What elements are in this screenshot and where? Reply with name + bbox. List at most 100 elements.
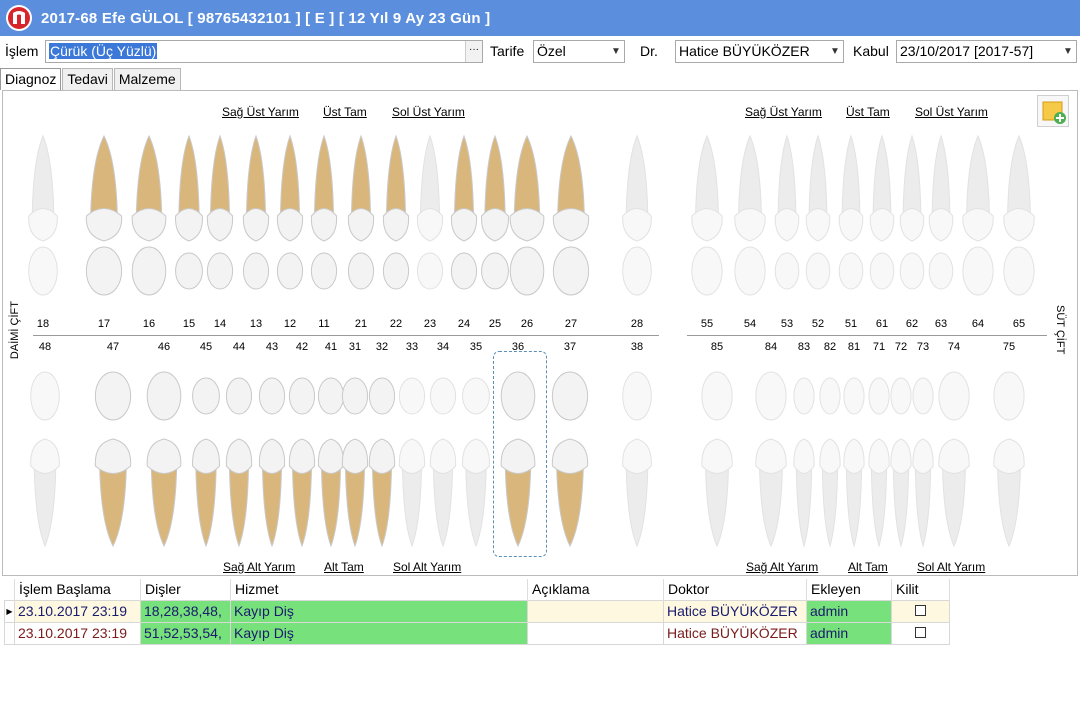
tooth-upper-permanent[interactable]	[415, 131, 445, 321]
lock-checkbox[interactable]	[915, 627, 926, 638]
cell-lock[interactable]	[891, 599, 950, 623]
tooth-lower-primary[interactable]	[842, 361, 866, 551]
tab-diagnoz[interactable]: Diagnoz	[0, 68, 62, 90]
cell-service[interactable]: Kayıp Diş	[230, 621, 528, 645]
tooth-upper-primary[interactable]	[804, 131, 832, 321]
tooth-lower-permanent[interactable]	[428, 361, 458, 551]
tooth-number[interactable]: 81	[842, 341, 866, 353]
tarife-select[interactable]: Özel ▼	[533, 40, 625, 63]
tooth-number[interactable]: 75	[997, 341, 1021, 353]
tooth-upper-permanent[interactable]	[26, 131, 60, 321]
tooth-upper-permanent[interactable]	[346, 131, 376, 321]
link-sut-sag-ust-yarim[interactable]: Sağ Üst Yarım	[745, 105, 822, 119]
tooth-upper-primary[interactable]	[837, 131, 865, 321]
cell-by[interactable]: admin	[806, 621, 892, 645]
tab-tedavi[interactable]: Tedavi	[62, 68, 113, 90]
tooth-upper-primary[interactable]	[927, 131, 955, 321]
tooth-number[interactable]: 48	[33, 341, 57, 353]
link-sut-sag-alt-yarim[interactable]: Sağ Alt Yarım	[746, 560, 818, 574]
tooth-lower-primary[interactable]	[889, 361, 913, 551]
link-alt-tam[interactable]: Alt Tam	[324, 560, 364, 574]
tooth-lower-permanent[interactable]	[397, 361, 427, 551]
tooth-lower-primary[interactable]	[991, 361, 1027, 551]
tooth-upper-permanent[interactable]	[275, 131, 305, 321]
tooth-lower-primary[interactable]	[867, 361, 891, 551]
link-sut-ust-tam[interactable]: Üst Tam	[846, 105, 890, 119]
tooth-number[interactable]: 74	[942, 341, 966, 353]
tooth-number[interactable]: 36	[506, 341, 530, 353]
tooth-lower-permanent[interactable]	[460, 361, 492, 551]
cell-teeth[interactable]: 51,52,53,54,	[140, 621, 231, 645]
tooth-number[interactable]: 43	[260, 341, 284, 353]
tab-malzeme[interactable]: Malzeme	[113, 68, 181, 90]
lock-checkbox[interactable]	[915, 605, 926, 616]
tooth-upper-primary[interactable]	[1001, 131, 1037, 321]
tooth-upper-permanent[interactable]	[241, 131, 271, 321]
tooth-upper-primary[interactable]	[960, 131, 996, 321]
tooth-upper-permanent[interactable]	[550, 131, 592, 321]
tooth-upper-permanent[interactable]	[83, 131, 125, 321]
tooth-number[interactable]: 41	[319, 341, 343, 353]
tooth-lower-primary[interactable]	[699, 361, 735, 551]
cell-doctor[interactable]: Hatice BÜYÜKÖZER	[663, 599, 807, 623]
tooth-lower-permanent[interactable]	[28, 361, 62, 551]
tooth-number[interactable]: 46	[152, 341, 176, 353]
tooth-lower-permanent[interactable]	[340, 361, 370, 551]
link-sag-ust-yarim[interactable]: Sağ Üst Yarım	[222, 105, 299, 119]
tooth-number[interactable]: 83	[792, 341, 816, 353]
col-kilit[interactable]: Kilit	[891, 579, 950, 600]
cell-doctor[interactable]: Hatice BÜYÜKÖZER	[663, 621, 807, 645]
tooth-lower-primary[interactable]	[792, 361, 816, 551]
cell-service[interactable]: Kayıp Diş	[230, 599, 528, 623]
tooth-lower-permanent[interactable]	[287, 361, 317, 551]
tooth-lower-primary[interactable]	[818, 361, 842, 551]
tooth-number[interactable]: 44	[227, 341, 251, 353]
add-note-button[interactable]	[1037, 95, 1069, 127]
tooth-upper-permanent[interactable]	[205, 131, 235, 321]
tooth-lower-primary[interactable]	[911, 361, 935, 551]
col-aciklama[interactable]: Açıklama	[527, 579, 664, 600]
link-sut-sol-ust-yarim[interactable]: Sol Üst Yarım	[915, 105, 988, 119]
tooth-number[interactable]: 35	[464, 341, 488, 353]
tooth-lower-primary[interactable]	[936, 361, 972, 551]
tooth-number[interactable]: 34	[431, 341, 455, 353]
tooth-number[interactable]: 33	[400, 341, 424, 353]
tooth-upper-permanent[interactable]	[449, 131, 479, 321]
cell-note[interactable]	[527, 621, 664, 645]
tooth-lower-permanent[interactable]	[620, 361, 654, 551]
kabul-select[interactable]: 23/10/2017 [2017-57] ▼	[896, 40, 1077, 63]
tooth-number[interactable]: 31	[343, 341, 367, 353]
link-sag-alt-yarim[interactable]: Sağ Alt Yarım	[223, 560, 295, 574]
col-doktor[interactable]: Doktor	[663, 579, 807, 600]
cell-start[interactable]: 23.10.2017 23:19	[14, 621, 141, 645]
tooth-upper-permanent[interactable]	[620, 131, 654, 321]
tooth-lower-permanent[interactable]	[92, 361, 134, 551]
link-sut-alt-tam[interactable]: Alt Tam	[848, 560, 888, 574]
cell-lock[interactable]	[891, 621, 950, 645]
tooth-upper-primary[interactable]	[773, 131, 801, 321]
tooth-number[interactable]: 73	[911, 341, 935, 353]
tooth-upper-permanent[interactable]	[381, 131, 411, 321]
link-sut-sol-alt-yarim[interactable]: Sol Alt Yarım	[917, 560, 985, 574]
col-ekleyen[interactable]: Ekleyen	[806, 579, 892, 600]
tooth-lower-permanent[interactable]	[549, 361, 591, 551]
tooth-number[interactable]: 45	[194, 341, 218, 353]
tooth-lower-permanent[interactable]	[257, 361, 287, 551]
link-sol-alt-yarim[interactable]: Sol Alt Yarım	[393, 560, 461, 574]
col-disler[interactable]: Dişler	[140, 579, 231, 600]
tooth-number[interactable]: 47	[101, 341, 125, 353]
tooth-lower-primary[interactable]	[753, 361, 789, 551]
col-hizmet[interactable]: Hizmet	[230, 579, 528, 600]
table-row[interactable]: ▶ 23.10.2017 23:19 18,28,38,48, Kayıp Di…	[4, 599, 950, 623]
tooth-lower-permanent[interactable]	[367, 361, 397, 551]
cell-start[interactable]: 23.10.2017 23:19	[14, 599, 141, 623]
tooth-upper-permanent[interactable]	[173, 131, 205, 321]
tooth-lower-permanent[interactable]	[224, 361, 254, 551]
cell-teeth[interactable]: 18,28,38,48,	[140, 599, 231, 623]
tooth-upper-permanent[interactable]	[309, 131, 339, 321]
tooth-number[interactable]: 42	[290, 341, 314, 353]
tooth-number[interactable]: 85	[705, 341, 729, 353]
tooth-upper-primary[interactable]	[689, 131, 725, 321]
tooth-number[interactable]: 38	[625, 341, 649, 353]
tooth-number[interactable]: 37	[558, 341, 582, 353]
